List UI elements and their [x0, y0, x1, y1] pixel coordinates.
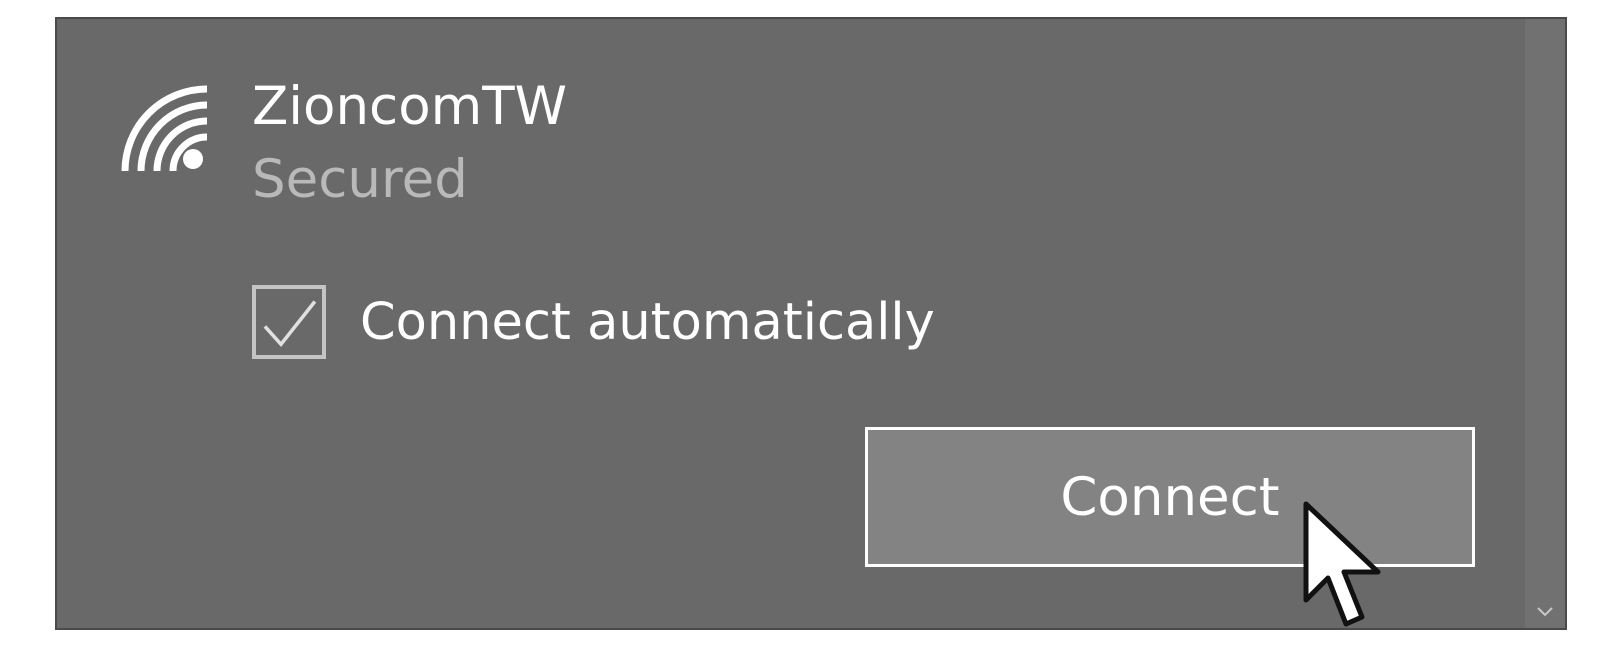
checkmark-icon	[263, 300, 317, 348]
wifi-network-panel: ZioncomTW Secured Connect automatically …	[55, 17, 1567, 630]
network-name: ZioncomTW	[252, 76, 568, 137]
wifi-secured-icon	[117, 83, 215, 173]
scrollbar[interactable]	[1525, 19, 1565, 628]
connect-automatically-option[interactable]: Connect automatically	[252, 282, 935, 362]
chevron-down-icon[interactable]	[1535, 604, 1555, 618]
connect-automatically-checkbox[interactable]	[252, 285, 326, 359]
connect-button[interactable]: Connect	[865, 427, 1475, 567]
network-status: Secured	[252, 149, 468, 210]
connect-automatically-label: Connect automatically	[360, 292, 935, 352]
